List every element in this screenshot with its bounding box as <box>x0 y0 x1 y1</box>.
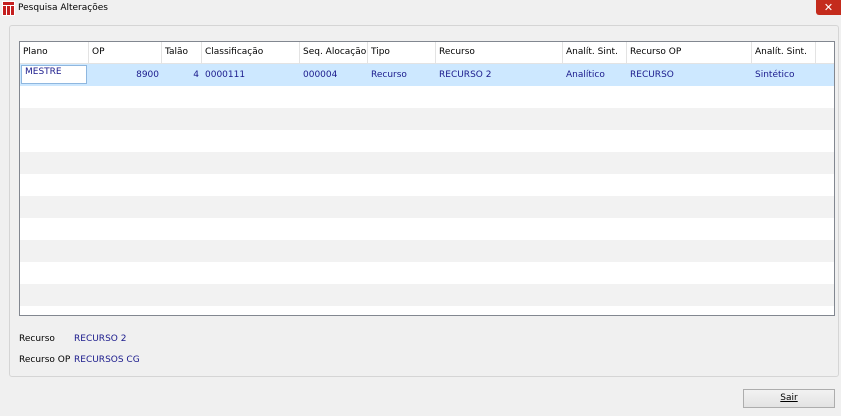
close-button[interactable]: ✕ <box>816 0 841 15</box>
recurso-label: Recurso <box>19 334 55 344</box>
results-grid[interactable]: Plano OP Talão Classificação Seq. Alocaç… <box>19 41 835 316</box>
column-header-recurso-op[interactable]: Recurso OP <box>627 42 752 63</box>
app-logo-icon <box>2 1 15 16</box>
recurso-value: RECURSO 2 <box>74 334 127 344</box>
cell-recurso[interactable]: RECURSO 2 <box>436 64 563 86</box>
column-header-analit-sint[interactable]: Analít. Sint. <box>563 42 627 63</box>
column-header-talao[interactable]: Talão <box>162 42 202 63</box>
cell-op[interactable]: 8900 <box>89 64 162 86</box>
cell-plano[interactable]: MESTRE <box>21 65 87 84</box>
sair-button[interactable]: Sair <box>743 389 835 408</box>
empty-row[interactable] <box>20 196 834 218</box>
empty-row[interactable] <box>20 174 834 196</box>
recurso-op-label: Recurso OP <box>19 355 71 365</box>
column-header-tipo[interactable]: Tipo <box>368 42 436 63</box>
column-header-seq-alocacao[interactable]: Seq. Alocação <box>300 42 368 63</box>
column-header-analit-sint-op[interactable]: Analít. Sint. <box>752 42 816 63</box>
window-title: Pesquisa Alterações <box>18 3 108 13</box>
grid-header: Plano OP Talão Classificação Seq. Alocaç… <box>20 42 834 64</box>
empty-row[interactable] <box>20 262 834 284</box>
cell-analit-sint-op[interactable]: Sintético <box>752 64 816 86</box>
close-icon: ✕ <box>823 1 834 14</box>
cell-tipo[interactable]: Recurso <box>368 64 436 86</box>
cell-talao[interactable]: 4 <box>162 64 202 86</box>
recurso-op-value: RECURSOS CG <box>74 355 140 365</box>
title-bar: Pesquisa Alterações ✕ <box>0 0 841 18</box>
empty-row[interactable] <box>20 218 834 240</box>
empty-row[interactable] <box>20 284 834 306</box>
empty-row[interactable] <box>20 108 834 130</box>
empty-row[interactable] <box>20 86 834 108</box>
column-header-plano[interactable]: Plano <box>20 42 89 63</box>
column-header-op[interactable]: OP <box>89 42 162 63</box>
empty-row[interactable] <box>20 240 834 262</box>
cell-classificacao[interactable]: 0000111 <box>202 64 300 86</box>
cell-recurso-op[interactable]: RECURSO <box>627 64 752 86</box>
cell-seq-alocacao[interactable]: 000004 <box>300 64 368 86</box>
empty-row[interactable] <box>20 152 834 174</box>
cell-analit-sint[interactable]: Analítico <box>563 64 627 86</box>
table-row[interactable]: MESTRE 8900 4 0000111 000004 Recurso REC… <box>20 64 834 86</box>
column-header-classificacao[interactable]: Classificação <box>202 42 300 63</box>
empty-row[interactable] <box>20 130 834 152</box>
column-header-recurso[interactable]: Recurso <box>436 42 563 63</box>
